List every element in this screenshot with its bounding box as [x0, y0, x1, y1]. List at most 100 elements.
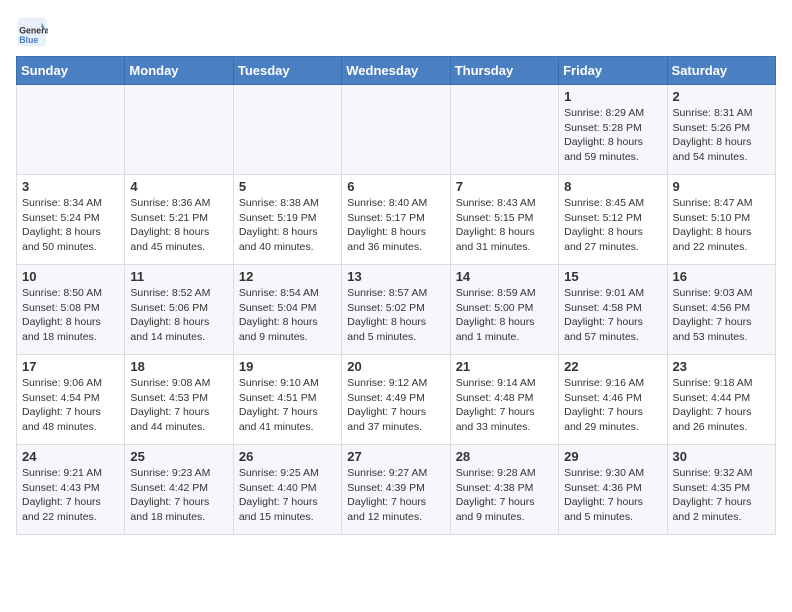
day-info: Sunrise: 9:06 AMSunset: 4:54 PMDaylight:…: [22, 376, 119, 435]
logo-icon: General Blue: [16, 16, 48, 48]
day-number: 23: [673, 359, 770, 374]
day-info: Sunrise: 8:59 AMSunset: 5:00 PMDaylight:…: [456, 286, 553, 345]
day-info: Sunrise: 9:14 AMSunset: 4:48 PMDaylight:…: [456, 376, 553, 435]
day-info: Sunrise: 9:16 AMSunset: 4:46 PMDaylight:…: [564, 376, 661, 435]
day-number: 2: [673, 89, 770, 104]
day-number: 27: [347, 449, 444, 464]
day-info: Sunrise: 8:38 AMSunset: 5:19 PMDaylight:…: [239, 196, 336, 255]
calendar-cell: 13 Sunrise: 8:57 AMSunset: 5:02 PMDayligh…: [342, 265, 450, 355]
day-number: 24: [22, 449, 119, 464]
calendar-cell: [450, 85, 558, 175]
calendar-header-row: SundayMondayTuesdayWednesdayThursdayFrid…: [17, 57, 776, 85]
day-number: 8: [564, 179, 661, 194]
day-info: Sunrise: 8:45 AMSunset: 5:12 PMDaylight:…: [564, 196, 661, 255]
calendar-cell: 27Sunrise: 9:27 AMSunset: 4:39 PMDayligh…: [342, 445, 450, 535]
day-info: Sunrise: 8:40 AMSunset: 5:17 PMDaylight:…: [347, 196, 444, 255]
logo: General Blue: [16, 16, 48, 48]
header-saturday: Saturday: [667, 57, 775, 85]
day-number: 6: [347, 179, 444, 194]
calendar-cell: 4 Sunrise: 8:36 AMSunset: 5:21 PMDaylight…: [125, 175, 233, 265]
header-tuesday: Tuesday: [233, 57, 341, 85]
svg-text:Blue: Blue: [19, 35, 38, 45]
day-info: Sunrise: 8:57 AMSunset: 5:02 PMDaylight:…: [347, 286, 444, 345]
calendar-cell: 28 Sunrise: 9:28 AMSunset: 4:38 PMDayligh…: [450, 445, 558, 535]
day-number: 25: [130, 449, 227, 464]
calendar-cell: 9 Sunrise: 8:47 AMSunset: 5:10 PMDaylight…: [667, 175, 775, 265]
calendar-cell: [233, 85, 341, 175]
header-monday: Monday: [125, 57, 233, 85]
day-number: 26: [239, 449, 336, 464]
calendar-cell: 29 Sunrise: 9:30 AMSunset: 4:36 PMDayligh…: [559, 445, 667, 535]
day-info: Sunrise: 8:54 AMSunset: 5:04 PMDaylight:…: [239, 286, 336, 345]
day-info: Sunrise: 8:34 AMSunset: 5:24 PMDaylight:…: [22, 196, 119, 255]
day-info: Sunrise: 9:28 AMSunset: 4:38 PMDaylight:…: [456, 466, 553, 525]
calendar-cell: 12 Sunrise: 8:54 AMSunset: 5:04 PMDayligh…: [233, 265, 341, 355]
week-row-3: 10Sunrise: 8:50 AMSunset: 5:08 PMDayligh…: [17, 265, 776, 355]
day-info: Sunrise: 9:25 AMSunset: 4:40 PMDaylight:…: [239, 466, 336, 525]
calendar-cell: 17 Sunrise: 9:06 AMSunset: 4:54 PMDayligh…: [17, 355, 125, 445]
day-number: 30: [673, 449, 770, 464]
day-number: 7: [456, 179, 553, 194]
calendar-cell: 16 Sunrise: 9:03 AMSunset: 4:56 PMDayligh…: [667, 265, 775, 355]
calendar-cell: 21 Sunrise: 9:14 AMSunset: 4:48 PMDayligh…: [450, 355, 558, 445]
week-row-5: 24 Sunrise: 9:21 AMSunset: 4:43 PMDayligh…: [17, 445, 776, 535]
calendar-cell: 7 Sunrise: 8:43 AMSunset: 5:15 PMDaylight…: [450, 175, 558, 265]
day-info: Sunrise: 9:12 AMSunset: 4:49 PMDaylight:…: [347, 376, 444, 435]
calendar-cell: 6 Sunrise: 8:40 AMSunset: 5:17 PMDaylight…: [342, 175, 450, 265]
calendar-cell: 30 Sunrise: 9:32 AMSunset: 4:35 PMDayligh…: [667, 445, 775, 535]
day-info: Sunrise: 9:23 AMSunset: 4:42 PMDaylight:…: [130, 466, 227, 525]
calendar-cell: 8 Sunrise: 8:45 AMSunset: 5:12 PMDaylight…: [559, 175, 667, 265]
day-number: 16: [673, 269, 770, 284]
day-number: 9: [673, 179, 770, 194]
day-info: Sunrise: 8:43 AMSunset: 5:15 PMDaylight:…: [456, 196, 553, 255]
day-number: 15: [564, 269, 661, 284]
day-number: 12: [239, 269, 336, 284]
calendar-cell: [17, 85, 125, 175]
day-number: 17: [22, 359, 119, 374]
calendar-cell: 24 Sunrise: 9:21 AMSunset: 4:43 PMDayligh…: [17, 445, 125, 535]
day-number: 22: [564, 359, 661, 374]
day-info: Sunrise: 8:31 AMSunset: 5:26 PMDaylight:…: [673, 106, 770, 165]
day-number: 14: [456, 269, 553, 284]
day-number: 29: [564, 449, 661, 464]
calendar-cell: 3 Sunrise: 8:34 AMSunset: 5:24 PMDaylight…: [17, 175, 125, 265]
day-info: Sunrise: 9:32 AMSunset: 4:35 PMDaylight:…: [673, 466, 770, 525]
day-number: 20: [347, 359, 444, 374]
calendar-cell: 11Sunrise: 8:52 AMSunset: 5:06 PMDayligh…: [125, 265, 233, 355]
header-wednesday: Wednesday: [342, 57, 450, 85]
calendar-cell: 22 Sunrise: 9:16 AMSunset: 4:46 PMDayligh…: [559, 355, 667, 445]
week-row-4: 17 Sunrise: 9:06 AMSunset: 4:54 PMDayligh…: [17, 355, 776, 445]
calendar-cell: 26 Sunrise: 9:25 AMSunset: 4:40 PMDayligh…: [233, 445, 341, 535]
day-info: Sunrise: 8:47 AMSunset: 5:10 PMDaylight:…: [673, 196, 770, 255]
page-header: General Blue: [16, 16, 776, 48]
day-number: 19: [239, 359, 336, 374]
day-info: Sunrise: 9:03 AMSunset: 4:56 PMDaylight:…: [673, 286, 770, 345]
day-number: 18: [130, 359, 227, 374]
day-info: Sunrise: 9:18 AMSunset: 4:44 PMDaylight:…: [673, 376, 770, 435]
day-info: Sunrise: 9:10 AMSunset: 4:51 PMDaylight:…: [239, 376, 336, 435]
day-number: 5: [239, 179, 336, 194]
week-row-1: 1Sunrise: 8:29 AMSunset: 5:28 PMDaylight…: [17, 85, 776, 175]
calendar-cell: 23 Sunrise: 9:18 AMSunset: 4:44 PMDayligh…: [667, 355, 775, 445]
week-row-2: 3 Sunrise: 8:34 AMSunset: 5:24 PMDaylight…: [17, 175, 776, 265]
calendar-cell: 18 Sunrise: 9:08 AMSunset: 4:53 PMDayligh…: [125, 355, 233, 445]
calendar-cell: 10Sunrise: 8:50 AMSunset: 5:08 PMDayligh…: [17, 265, 125, 355]
day-info: Sunrise: 8:36 AMSunset: 5:21 PMDaylight:…: [130, 196, 227, 255]
calendar-cell: [342, 85, 450, 175]
calendar-table: SundayMondayTuesdayWednesdayThursdayFrid…: [16, 56, 776, 535]
day-info: Sunrise: 9:08 AMSunset: 4:53 PMDaylight:…: [130, 376, 227, 435]
day-number: 4: [130, 179, 227, 194]
day-info: Sunrise: 8:50 AMSunset: 5:08 PMDaylight:…: [22, 286, 119, 345]
calendar-cell: 2 Sunrise: 8:31 AMSunset: 5:26 PMDaylight…: [667, 85, 775, 175]
day-info: Sunrise: 8:29 AMSunset: 5:28 PMDaylight:…: [564, 106, 661, 165]
day-info: Sunrise: 9:30 AMSunset: 4:36 PMDaylight:…: [564, 466, 661, 525]
calendar-cell: [125, 85, 233, 175]
day-number: 3: [22, 179, 119, 194]
day-info: Sunrise: 9:21 AMSunset: 4:43 PMDaylight:…: [22, 466, 119, 525]
header-sunday: Sunday: [17, 57, 125, 85]
day-number: 28: [456, 449, 553, 464]
calendar-cell: 1Sunrise: 8:29 AMSunset: 5:28 PMDaylight…: [559, 85, 667, 175]
header-friday: Friday: [559, 57, 667, 85]
day-number: 13: [347, 269, 444, 284]
day-number: 21: [456, 359, 553, 374]
